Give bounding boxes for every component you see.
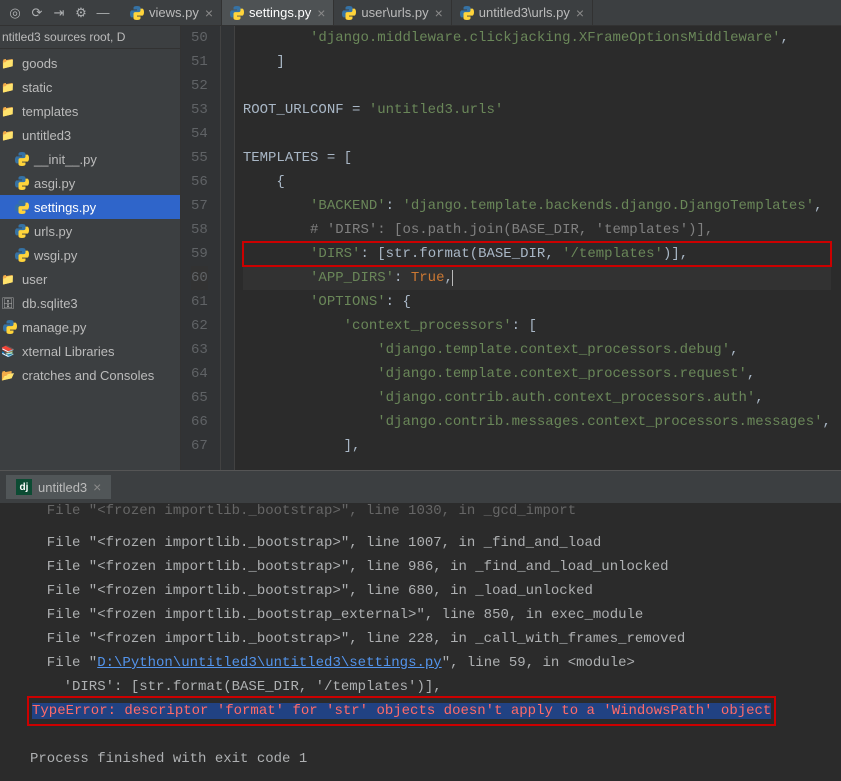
file-link[interactable]: D:\Python\untitled3\untitled3\settings.p… bbox=[97, 655, 441, 671]
tree-item-label: __init__.py bbox=[34, 152, 97, 167]
tree-item[interactable]: cratches and Consoles bbox=[0, 363, 180, 387]
run-output[interactable]: File "<frozen importlib._bootstrap>", li… bbox=[0, 503, 841, 781]
tree-item[interactable]: asgi.py bbox=[0, 171, 180, 195]
tree-item-label: cratches and Consoles bbox=[22, 368, 154, 383]
tree-item-label: untitled3 bbox=[22, 128, 71, 143]
tab-label: settings.py bbox=[249, 5, 311, 20]
code-line[interactable] bbox=[243, 122, 831, 146]
traceback-line: File "<frozen importlib._bootstrap>", li… bbox=[30, 531, 831, 555]
traceback-line: File "D:\Python\untitled3\untitled3\sett… bbox=[30, 651, 831, 675]
code-line[interactable]: 'django.template.context_processors.debu… bbox=[243, 338, 831, 362]
tree-item[interactable]: db.sqlite3 bbox=[0, 291, 180, 315]
refresh-icon[interactable]: ⟳ bbox=[26, 2, 48, 24]
error-message: TypeError: descriptor 'format' for 'str'… bbox=[32, 703, 771, 719]
project-sidebar: ntitled3 sources root, D goods static temp… bbox=[0, 26, 181, 470]
tree-item[interactable]: wsgi.py bbox=[0, 243, 180, 267]
tree-item[interactable]: static bbox=[0, 75, 180, 99]
close-icon[interactable]: × bbox=[205, 5, 213, 21]
tree-item[interactable]: xternal Libraries bbox=[0, 339, 180, 363]
tree-item[interactable]: templates bbox=[0, 99, 180, 123]
folder-icon bbox=[1, 273, 15, 286]
tree-item-label: urls.py bbox=[34, 224, 72, 239]
project-tree[interactable]: goods static templates untitled3 __init__.py… bbox=[0, 49, 180, 389]
code-line[interactable]: ROOT_URLCONF = 'untitled3.urls' bbox=[243, 98, 831, 122]
target-icon[interactable]: ◎ bbox=[4, 2, 26, 24]
code-line[interactable]: 'OPTIONS': { bbox=[243, 290, 831, 314]
code-line[interactable]: 'django.contrib.auth.context_processors.… bbox=[243, 386, 831, 410]
code-line[interactable]: ], bbox=[243, 434, 831, 458]
line-gutter: 505152535455565758596061626364656667 bbox=[181, 26, 221, 470]
code-line[interactable]: TEMPLATES = [ bbox=[243, 146, 831, 170]
library-icon bbox=[1, 345, 15, 358]
tree-item[interactable]: manage.py bbox=[0, 315, 180, 339]
top-toolbar: ◎ ⟳ ⇥ ⚙ — views.py×settings.py×user\urls… bbox=[0, 0, 841, 26]
tree-item-label: static bbox=[22, 80, 52, 95]
folder-icon bbox=[1, 105, 15, 118]
tree-item[interactable]: __init__.py bbox=[0, 147, 180, 171]
run-tab-label: untitled3 bbox=[38, 480, 87, 495]
folder-icon bbox=[1, 81, 15, 94]
folder-icon bbox=[1, 57, 15, 70]
code-line[interactable]: 'django.contrib.messages.context_process… bbox=[243, 410, 831, 434]
db-icon bbox=[1, 297, 15, 310]
tree-item-label: db.sqlite3 bbox=[22, 296, 78, 311]
tree-item[interactable]: urls.py bbox=[0, 219, 180, 243]
gear-icon[interactable]: ⚙ bbox=[70, 2, 92, 24]
tree-item-label: xternal Libraries bbox=[22, 344, 115, 359]
code-line[interactable]: 'django.template.context_processors.requ… bbox=[243, 362, 831, 386]
code-line[interactable]: 'context_processors': [ bbox=[243, 314, 831, 338]
tree-item[interactable]: user bbox=[0, 267, 180, 291]
traceback-line: File "<frozen importlib._bootstrap>", li… bbox=[30, 555, 831, 579]
code-line[interactable]: 'BACKEND': 'django.template.backends.dja… bbox=[243, 194, 831, 218]
tab-label: untitled3\urls.py bbox=[479, 5, 570, 20]
folder-icon bbox=[1, 129, 15, 142]
code-line[interactable]: 'DIRS': [str.format(BASE_DIR, '/template… bbox=[243, 242, 831, 266]
close-icon[interactable]: × bbox=[317, 5, 325, 21]
tree-item-label: asgi.py bbox=[34, 176, 75, 191]
close-icon[interactable]: × bbox=[93, 479, 101, 495]
run-tab[interactable]: dj untitled3 × bbox=[6, 475, 111, 499]
editor-tab[interactable]: settings.py × bbox=[222, 0, 334, 25]
traceback-line: File "<frozen importlib._bootstrap>", li… bbox=[30, 579, 831, 603]
fold-column[interactable] bbox=[221, 26, 235, 470]
run-panel: dj untitled3 × File "<frozen importlib._… bbox=[0, 470, 841, 781]
tree-item[interactable]: untitled3 bbox=[0, 123, 180, 147]
tree-item-label: manage.py bbox=[22, 320, 86, 335]
tab-label: user\urls.py bbox=[361, 5, 428, 20]
tree-item-label: settings.py bbox=[34, 200, 96, 215]
close-icon[interactable]: × bbox=[576, 5, 584, 21]
breadcrumb: ntitled3 sources root, D bbox=[0, 26, 180, 49]
tree-item[interactable]: goods bbox=[0, 51, 180, 75]
django-icon: dj bbox=[16, 479, 32, 495]
collapse-icon[interactable]: ⇥ bbox=[48, 2, 70, 24]
scratch-icon bbox=[1, 369, 15, 382]
code-line[interactable] bbox=[243, 74, 831, 98]
editor-tab[interactable]: user\urls.py × bbox=[334, 0, 451, 25]
traceback-line: File "<frozen importlib._bootstrap_exter… bbox=[30, 603, 831, 627]
code-line[interactable]: 'django.middleware.clickjacking.XFrameOp… bbox=[243, 26, 831, 50]
tree-item-label: wsgi.py bbox=[34, 248, 77, 263]
code-lines[interactable]: 'django.middleware.clickjacking.XFrameOp… bbox=[235, 26, 839, 470]
code-line[interactable]: ] bbox=[243, 50, 831, 74]
code-line[interactable]: { bbox=[243, 170, 831, 194]
traceback-line: 'DIRS': [str.format(BASE_DIR, '/template… bbox=[30, 675, 831, 699]
editor-tab[interactable]: views.py × bbox=[122, 0, 222, 25]
tree-item-label: templates bbox=[22, 104, 78, 119]
editor-tabs: views.py×settings.py×user\urls.py×untitl… bbox=[122, 0, 593, 25]
tree-item[interactable]: settings.py bbox=[0, 195, 180, 219]
minimize-icon[interactable]: — bbox=[92, 2, 114, 24]
tab-label: views.py bbox=[149, 5, 199, 20]
editor-tab[interactable]: untitled3\urls.py × bbox=[452, 0, 593, 25]
code-line[interactable]: 'APP_DIRS': True, bbox=[243, 266, 831, 290]
traceback-line: File "<frozen importlib._bootstrap>", li… bbox=[30, 499, 831, 523]
close-icon[interactable]: × bbox=[435, 5, 443, 21]
tree-item-label: user bbox=[22, 272, 47, 287]
tree-item-label: goods bbox=[22, 56, 57, 71]
code-editor[interactable]: 505152535455565758596061626364656667 'dj… bbox=[181, 26, 841, 470]
traceback-line: File "<frozen importlib._bootstrap>", li… bbox=[30, 627, 831, 651]
code-line[interactable]: # 'DIRS': [os.path.join(BASE_DIR, 'templ… bbox=[243, 218, 831, 242]
